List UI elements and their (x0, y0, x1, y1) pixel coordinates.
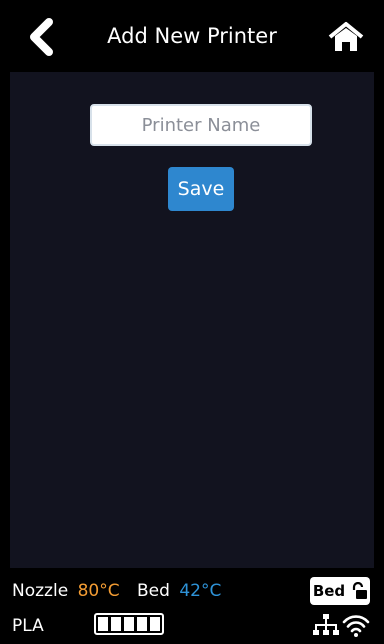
bed-temperature: 42°C (179, 581, 222, 601)
save-button[interactable]: Save (168, 167, 234, 211)
wifi-dot (354, 633, 358, 637)
content-panel: Save (10, 72, 374, 568)
unlock-icon (353, 582, 368, 599)
material-label: PLA (12, 616, 44, 636)
header-bar: Add New Printer (10, 0, 374, 72)
home-icon[interactable] (326, 21, 366, 53)
status-bar: Nozzle 80°C Bed 42°C Bed PLA (10, 568, 374, 644)
network-status (313, 614, 370, 637)
battery-cell (124, 617, 134, 631)
nozzle-temperature: 80°C (77, 581, 120, 601)
battery-cell (150, 617, 160, 631)
wifi-icon (342, 615, 370, 633)
temperature-row: Nozzle 80°C Bed 42°C (12, 581, 312, 601)
device-frame: Add New Printer Save Nozzle 80°C Bed 42°… (0, 0, 384, 644)
page-title: Add New Printer (107, 24, 277, 48)
bed-lock-button[interactable]: Bed (310, 577, 370, 605)
nozzle-label: Nozzle (12, 581, 69, 601)
battery-cell (137, 617, 147, 631)
battery-cell (98, 617, 108, 631)
printer-name-input[interactable] (90, 104, 312, 146)
bed-label: Bed (136, 581, 170, 601)
battery-indicator (94, 613, 164, 635)
battery-cell (111, 617, 121, 631)
bed-badge-label: Bed (312, 582, 346, 600)
ethernet-icon (313, 614, 339, 635)
screen: Add New Printer Save Nozzle 80°C Bed 42°… (10, 0, 374, 644)
